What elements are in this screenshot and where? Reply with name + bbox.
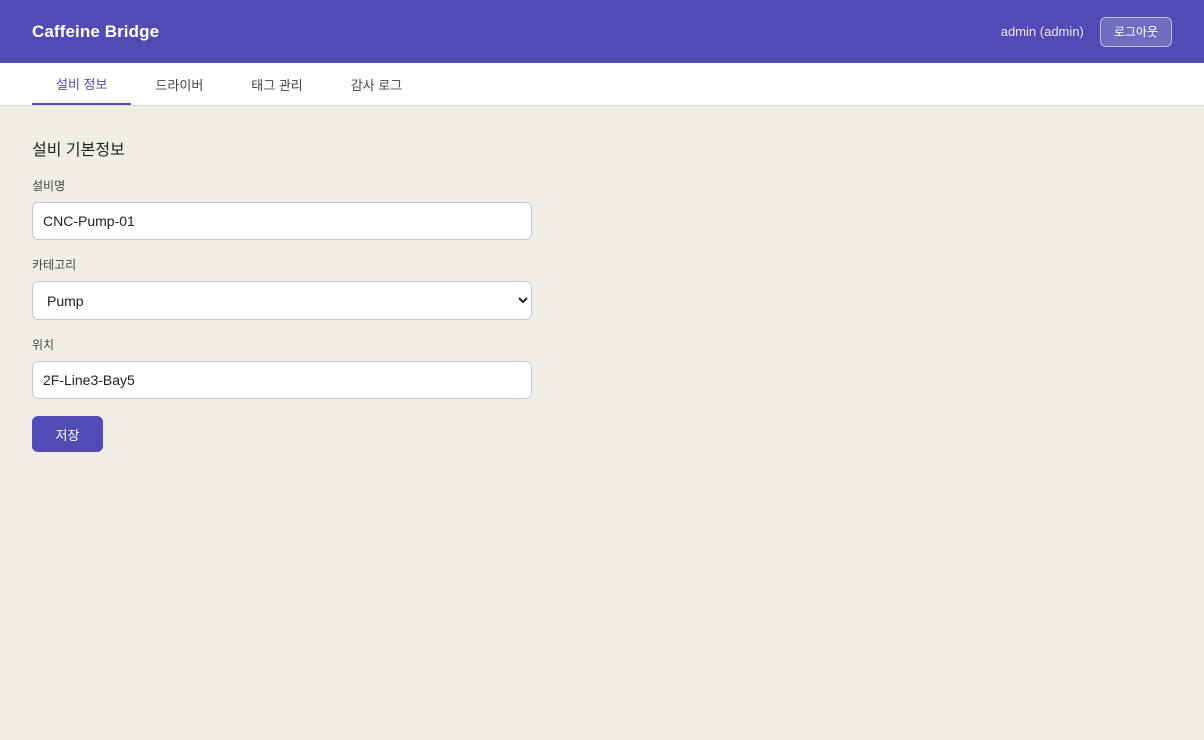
location-label: 위치 bbox=[32, 338, 55, 352]
category-label: 카테고리 bbox=[32, 258, 77, 272]
category-select[interactable]: Pump bbox=[32, 281, 532, 320]
save-button[interactable]: 저장 bbox=[32, 416, 103, 452]
logout-button[interactable]: 로그아웃 bbox=[1099, 16, 1172, 47]
category-field: 카테고리 Pump bbox=[32, 257, 1172, 320]
equipment-name-field: 설비명 bbox=[32, 178, 1172, 240]
header-user-area: admin (admin) 로그아웃 bbox=[1000, 16, 1172, 47]
equipment-name-label: 설비명 bbox=[32, 179, 66, 193]
tab-tag-management[interactable]: 태그 관리 bbox=[227, 63, 326, 105]
equipment-name-input[interactable] bbox=[32, 202, 532, 240]
app-title: Caffeine Bridge bbox=[32, 21, 160, 41]
tab-equipment-info[interactable]: 설비 정보 bbox=[32, 63, 132, 105]
location-input[interactable] bbox=[32, 361, 532, 399]
location-field: 위치 bbox=[32, 337, 1172, 399]
tab-audit-log[interactable]: 감사 로그 bbox=[327, 63, 426, 105]
section-title: 설비 기본정보 bbox=[32, 142, 125, 159]
tab-driver[interactable]: 드라이버 bbox=[131, 63, 227, 105]
app-header: Caffeine Bridge admin (admin) 로그아웃 bbox=[0, 0, 1204, 63]
main-content: 설비 기본정보 설비명 카테고리 Pump 위치 저장 bbox=[0, 106, 1204, 452]
current-user-label: admin (admin) bbox=[1000, 24, 1084, 39]
tab-bar: 설비 정보 드라이버 태그 관리 감사 로그 bbox=[0, 63, 1204, 106]
